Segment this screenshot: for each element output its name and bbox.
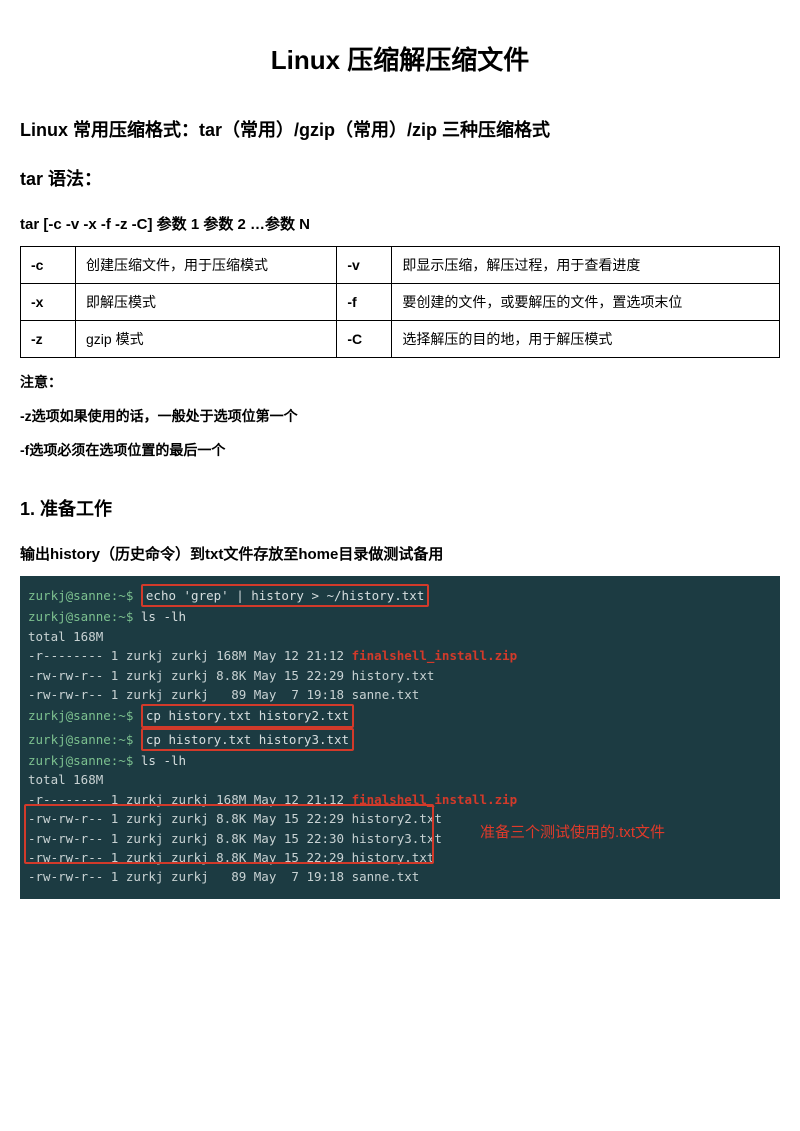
opt-flag: -z bbox=[21, 321, 76, 358]
term-cmd: cp history.txt history3.txt bbox=[146, 732, 349, 747]
term-cmd: echo 'grep' | history > ~/history.txt bbox=[146, 588, 424, 603]
step1-desc: 输出history（历史命令）到txt文件存放至home目录做测试备用 bbox=[20, 543, 780, 564]
heading-step1: 1. 准备工作 bbox=[20, 496, 780, 523]
term-cmd: ls -lh bbox=[141, 609, 186, 624]
highlight-box: echo 'grep' | history > ~/history.txt bbox=[141, 584, 429, 607]
opt-desc: 要创建的文件，或要解压的文件，置选项末位 bbox=[392, 284, 780, 321]
term-line: total 168M bbox=[28, 627, 772, 646]
term-line: zurkj@sanne:~$ ls -lh bbox=[28, 607, 772, 626]
note-z: -z选项如果使用的话，一般处于选项位第一个 bbox=[20, 406, 780, 426]
table-row: -z gzip 模式 -C 选择解压的目的地，用于解压模式 bbox=[21, 321, 780, 358]
term-line: zurkj@sanne:~$ cp history.txt history3.t… bbox=[28, 728, 772, 751]
term-line: zurkj@sanne:~$ echo 'grep' | history > ~… bbox=[28, 584, 772, 607]
term-prompt: zurkj@sanne:~$ bbox=[28, 609, 133, 624]
page-title: Linux 压缩解压缩文件 bbox=[20, 40, 780, 77]
annotation-text: 准备三个测试使用的.txt文件 bbox=[480, 821, 665, 844]
highlight-box-large bbox=[24, 804, 434, 864]
term-line: -rw-rw-r-- 1 zurkj zurkj 8.8K May 15 22:… bbox=[28, 666, 772, 685]
note-f: -f选项必须在选项位置的最后一个 bbox=[20, 440, 780, 460]
term-line: -rw-rw-r-- 1 zurkj zurkj 89 May 7 19:18 … bbox=[28, 867, 772, 886]
table-row: -x 即解压模式 -f 要创建的文件，或要解压的文件，置选项末位 bbox=[21, 284, 780, 321]
term-prompt: zurkj@sanne:~$ bbox=[28, 732, 133, 747]
term-redfile: finalshell_install.zip bbox=[352, 648, 518, 663]
term-line: zurkj@sanne:~$ ls -lh bbox=[28, 751, 772, 770]
heading-formats: Linux 常用压缩格式：tar（常用）/gzip（常用）/zip 三种压缩格式 bbox=[20, 117, 780, 144]
table-row: -c 创建压缩文件，用于压缩模式 -v 即显示压缩，解压过程，用于查看进度 bbox=[21, 247, 780, 284]
terminal-screenshot: zurkj@sanne:~$ echo 'grep' | history > ~… bbox=[20, 576, 780, 899]
opt-flag: -f bbox=[337, 284, 392, 321]
term-cmd: cp history.txt history2.txt bbox=[146, 708, 349, 723]
opt-flag: -v bbox=[337, 247, 392, 284]
term-line: zurkj@sanne:~$ cp history.txt history2.t… bbox=[28, 704, 772, 727]
opt-flag: -c bbox=[21, 247, 76, 284]
opt-flag: -C bbox=[337, 321, 392, 358]
term-prompt: zurkj@sanne:~$ bbox=[28, 753, 133, 768]
term-line: -r-------- 1 zurkj zurkj 168M May 12 21:… bbox=[28, 646, 772, 665]
term-cmd: ls -lh bbox=[141, 753, 186, 768]
term-prompt: zurkj@sanne:~$ bbox=[28, 708, 133, 723]
opt-desc: 创建压缩文件，用于压缩模式 bbox=[76, 247, 337, 284]
note-heading: 注意： bbox=[20, 372, 780, 392]
highlight-box: cp history.txt history3.txt bbox=[141, 728, 354, 751]
opt-desc: 即显示压缩，解压过程，用于查看进度 bbox=[392, 247, 780, 284]
opt-flag: -x bbox=[21, 284, 76, 321]
opt-desc: 选择解压的目的地，用于解压模式 bbox=[392, 321, 780, 358]
term-prompt: zurkj@sanne:~$ bbox=[28, 588, 133, 603]
highlight-box: cp history.txt history2.txt bbox=[141, 704, 354, 727]
opt-desc: 即解压模式 bbox=[76, 284, 337, 321]
syntax-line: tar [-c -v -x -f -z -C] 参数 1 参数 2 …参数 N bbox=[20, 213, 780, 234]
opt-desc: gzip 模式 bbox=[76, 321, 337, 358]
term-text: -r-------- 1 zurkj zurkj 168M May 12 21:… bbox=[28, 648, 352, 663]
term-line: -rw-rw-r-- 1 zurkj zurkj 89 May 7 19:18 … bbox=[28, 685, 772, 704]
term-line: total 168M bbox=[28, 770, 772, 789]
options-table: -c 创建压缩文件，用于压缩模式 -v 即显示压缩，解压过程，用于查看进度 -x… bbox=[20, 246, 780, 358]
heading-syntax: tar 语法： bbox=[20, 166, 780, 193]
